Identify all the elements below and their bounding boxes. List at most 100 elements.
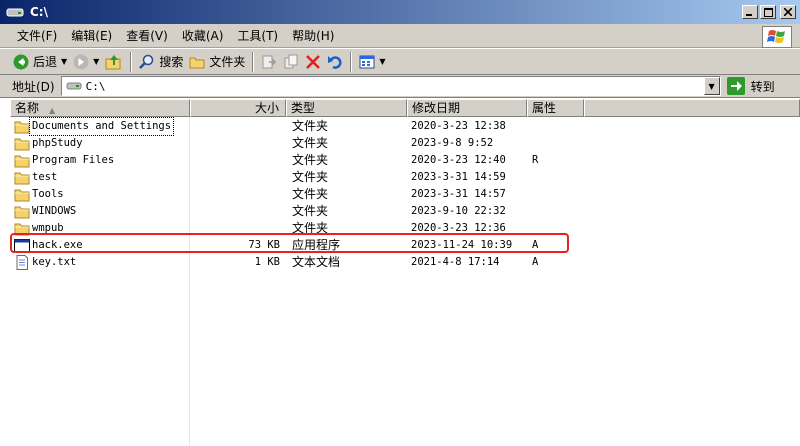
move-to-button[interactable] <box>258 51 280 73</box>
column-header-filler <box>584 99 800 117</box>
go-arrow-icon <box>726 77 745 95</box>
file-name: key.txt <box>32 256 77 268</box>
folder-icon <box>14 153 30 168</box>
move-to-icon <box>262 55 277 68</box>
menu-favorites[interactable]: 收藏(A) <box>175 26 231 46</box>
file-size <box>190 203 280 220</box>
file-size <box>190 186 280 203</box>
close-icon <box>784 8 792 16</box>
folders-button[interactable]: 文件夹 <box>186 51 248 73</box>
file-size: 1 KB <box>254 256 280 268</box>
column-size-label: 大小 <box>254 101 279 115</box>
table-row[interactable]: key.txt 1 KB 文本文档 2021-4-8 17:14 A <box>10 254 800 271</box>
table-row[interactable]: phpStudy 文件夹 2023-9-8 9:52 <box>10 135 800 152</box>
menu-bar: 文件(F) 编辑(E) 查看(V) 收藏(A) 工具(T) 帮助(H) <box>0 24 800 48</box>
folder-icon <box>14 170 30 185</box>
file-modified-date: 2023-3-31 14:59 <box>411 171 506 183</box>
file-type: 文件夹 <box>292 170 329 184</box>
maximize-icon <box>763 7 773 17</box>
address-input[interactable]: C:\ ▼ <box>60 76 721 96</box>
minimize-button[interactable] <box>742 5 758 19</box>
forward-dropdown-icon[interactable]: ▼ <box>93 57 99 66</box>
file-name: WINDOWS <box>32 205 77 217</box>
menu-edit[interactable]: 编辑(E) <box>64 26 119 46</box>
table-row[interactable]: test 文件夹 2023-3-31 14:59 <box>10 169 800 186</box>
search-button[interactable]: 搜索 <box>136 51 186 73</box>
drive-icon <box>6 8 24 17</box>
menu-tools[interactable]: 工具(T) <box>230 26 285 46</box>
forward-button[interactable]: ▼ <box>70 51 102 73</box>
title-bar: C:\ <box>0 0 800 24</box>
back-label: 后退 <box>33 55 58 69</box>
drive-icon <box>66 82 82 90</box>
address-dropdown-icon[interactable]: ▼ <box>703 77 720 95</box>
table-row[interactable]: Program Files 文件夹 2020-3-23 12:40 R <box>10 152 800 169</box>
annotation-highlight-box <box>10 233 569 253</box>
column-headers: 名称 ▲ 大小 类型 修改日期 属性 <box>10 99 800 117</box>
column-modified-label: 修改日期 <box>412 101 461 115</box>
file-size <box>190 169 280 186</box>
toolbar-separator <box>252 51 255 72</box>
copy-to-button[interactable] <box>280 51 302 73</box>
file-modified-date: 2020-3-23 12:40 <box>411 154 506 166</box>
go-label: 转到 <box>750 79 775 94</box>
menu-file[interactable]: 文件(F) <box>10 26 64 46</box>
search-label: 搜索 <box>159 55 184 69</box>
views-dropdown-icon[interactable]: ▼ <box>379 57 385 66</box>
menu-view[interactable]: 查看(V) <box>119 26 175 46</box>
undo-button[interactable] <box>324 51 346 73</box>
address-label: 地址(D) <box>12 79 55 94</box>
file-size <box>190 135 280 152</box>
windows-logo-icon <box>762 26 792 48</box>
file-attributes: R <box>532 154 539 166</box>
back-button[interactable]: 后退 ▼ <box>10 51 70 73</box>
sort-ascending-icon: ▲ <box>49 106 56 115</box>
folder-icon <box>14 204 30 219</box>
toolbar: 后退 ▼ ▼ 搜索 文件夹 ▼ <box>0 48 800 75</box>
address-bar: 地址(D) C:\ ▼ 转到 <box>0 75 800 98</box>
folder-icon <box>189 57 205 68</box>
toolbar-separator <box>130 51 133 72</box>
file-type: 文件夹 <box>292 187 329 201</box>
table-row[interactable]: WINDOWS 文件夹 2023-9-10 22:32 <box>10 203 800 220</box>
minimize-icon <box>746 14 752 16</box>
file-modified-date: 2023-9-10 22:32 <box>411 205 506 217</box>
folder-icon <box>14 136 30 151</box>
forward-arrow-icon <box>73 54 89 69</box>
folder-icon <box>14 187 30 202</box>
file-modified-date: 2023-9-8 9:52 <box>411 137 494 149</box>
maximize-button[interactable] <box>760 5 776 19</box>
column-attributes-label: 属性 <box>532 101 557 115</box>
column-header-attributes[interactable]: 属性 <box>527 99 584 117</box>
toolbar-separator <box>350 51 353 72</box>
file-name: Program Files <box>32 154 115 166</box>
window-title: C:\ <box>30 5 48 19</box>
views-icon <box>359 55 375 68</box>
file-attributes: A <box>532 256 539 268</box>
file-name: Documents and Settings <box>28 117 175 136</box>
text-file-icon <box>14 255 30 270</box>
up-folder-button[interactable] <box>102 51 126 73</box>
go-button[interactable]: 转到 <box>726 77 775 95</box>
delete-icon <box>306 54 321 69</box>
undo-icon <box>328 55 342 69</box>
file-type: 文件夹 <box>292 204 329 218</box>
address-value: C:\ <box>85 79 106 93</box>
file-list: 名称 ▲ 大小 类型 修改日期 属性 Documents and Setting… <box>10 99 800 446</box>
column-header-type[interactable]: 类型 <box>286 99 407 117</box>
file-name: phpStudy <box>32 137 83 149</box>
table-row[interactable]: Tools 文件夹 2023-3-31 14:57 <box>10 186 800 203</box>
views-button[interactable]: ▼ <box>356 51 388 73</box>
column-header-size[interactable]: 大小 <box>190 99 286 117</box>
copy-to-icon <box>284 54 298 68</box>
back-dropdown-icon[interactable]: ▼ <box>61 57 67 66</box>
column-name-label: 名称 <box>15 101 40 115</box>
column-type-label: 类型 <box>291 101 316 115</box>
table-row[interactable]: Documents and Settings 文件夹 2020-3-23 12:38 <box>10 117 800 136</box>
delete-button[interactable] <box>302 51 324 73</box>
close-button[interactable] <box>780 5 796 19</box>
column-header-name[interactable]: 名称 ▲ <box>10 99 190 117</box>
column-header-modified[interactable]: 修改日期 <box>407 99 527 117</box>
menu-help[interactable]: 帮助(H) <box>285 26 341 46</box>
folders-label: 文件夹 <box>209 55 246 69</box>
